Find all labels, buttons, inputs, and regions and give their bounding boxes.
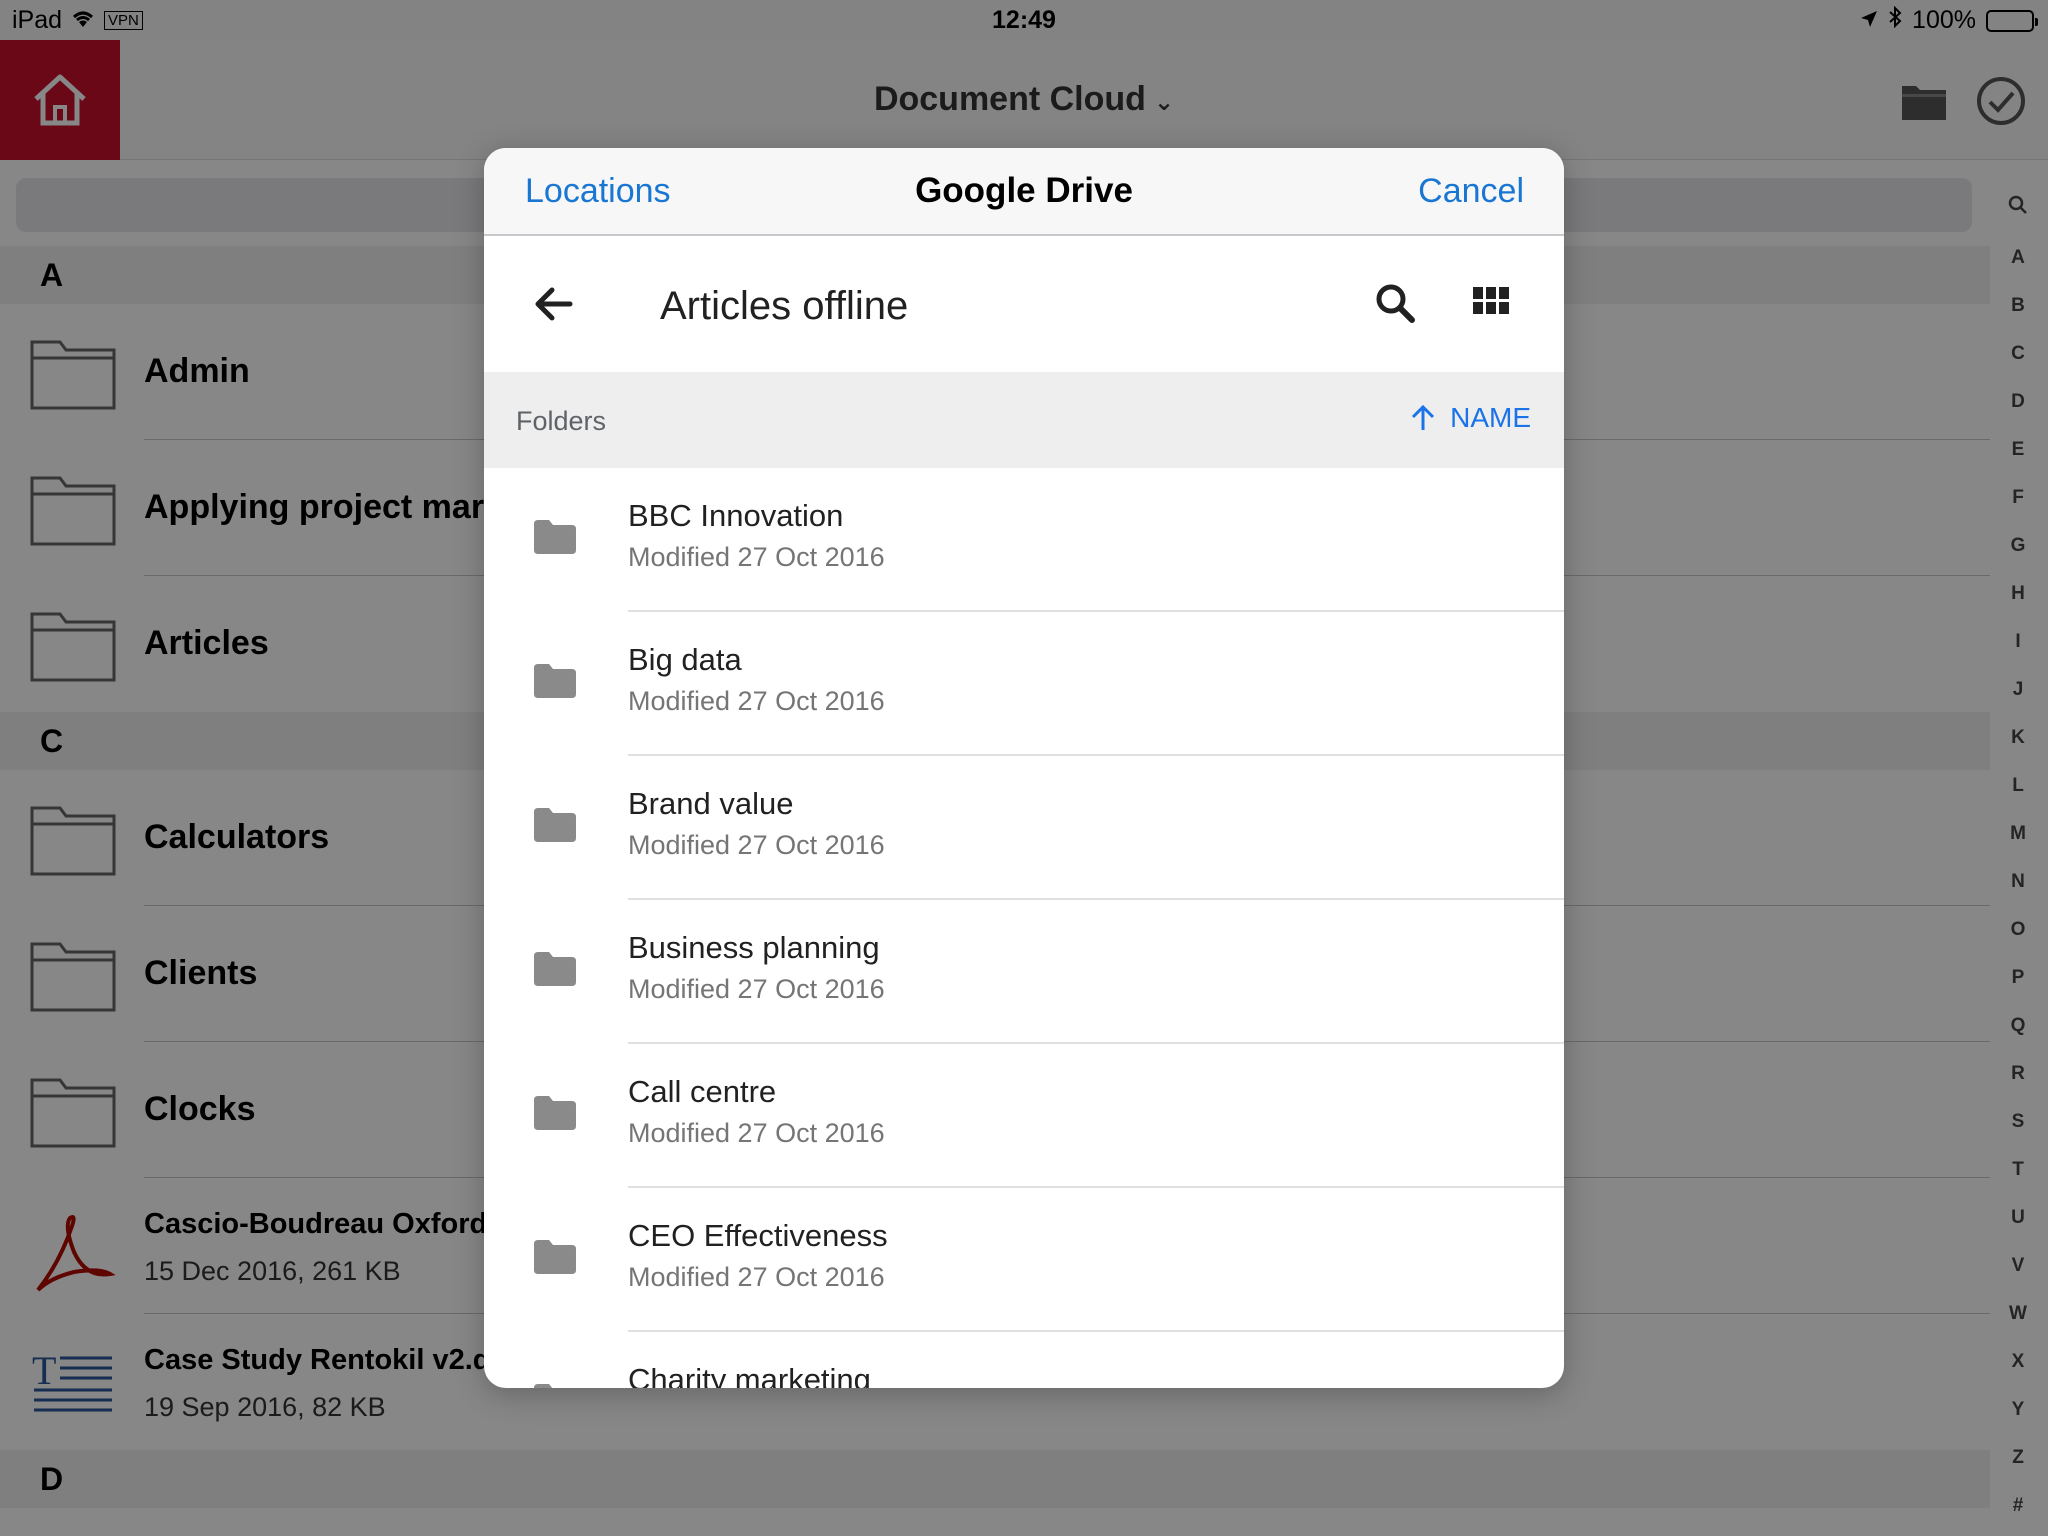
sort-by-name-button[interactable]: NAME xyxy=(1410,402,1531,434)
folder-row[interactable]: Business planning Modified 27 Oct 2016 xyxy=(484,900,1564,1044)
folder-icon xyxy=(534,952,576,991)
folder-row[interactable]: Call centre Modified 27 Oct 2016 xyxy=(484,1044,1564,1188)
folder-name: Brand value xyxy=(628,786,794,821)
folder-name: Business planning xyxy=(628,930,880,965)
section-label: Folders xyxy=(516,406,607,436)
search-icon xyxy=(1376,284,1415,323)
grid-view-icon xyxy=(1473,287,1509,314)
folder-modified: Modified 27 Oct 2016 xyxy=(628,542,885,572)
sort-bar: Folders NAME xyxy=(484,372,1564,468)
cancel-button[interactable]: Cancel xyxy=(1418,172,1524,211)
sort-label: NAME xyxy=(1450,402,1531,433)
folder-row[interactable]: Big data Modified 27 Oct 2016 xyxy=(484,612,1564,756)
folder-row[interactable]: BBC Innovation Modified 27 Oct 2016 xyxy=(484,468,1564,612)
folder-icon xyxy=(534,1096,576,1135)
folder-name: BBC Innovation xyxy=(628,498,844,533)
folder-name: Charity marketing xyxy=(628,1362,871,1388)
arrow-up-icon xyxy=(1412,404,1435,430)
folder-modified: Modified 27 Oct 2016 xyxy=(628,974,885,1004)
folder-icon xyxy=(534,1384,576,1388)
folder-modified: Modified 27 Oct 2016 xyxy=(628,1262,885,1292)
folder-icon xyxy=(534,664,576,703)
folder-name: Call centre xyxy=(628,1074,777,1109)
search-button[interactable] xyxy=(1374,282,1416,329)
modal-title: Google Drive xyxy=(915,171,1133,210)
google-drive-picker-modal: Locations Google Drive Cancel Articles o… xyxy=(484,148,1564,1388)
folder-icon xyxy=(534,1240,576,1279)
folder-row[interactable]: CEO Effectiveness Modified 27 Oct 2016 xyxy=(484,1188,1564,1332)
folder-icon xyxy=(534,520,576,559)
folder-icon xyxy=(534,808,576,847)
folder-name: Big data xyxy=(628,642,742,677)
folder-name: CEO Effectiveness xyxy=(628,1218,888,1253)
current-folder-name: Articles offline xyxy=(660,284,909,328)
modal-nav-bar: Locations Google Drive Cancel xyxy=(484,148,1564,236)
arrow-left-icon xyxy=(535,287,573,321)
folder-modified: Modified 27 Oct 2016 xyxy=(628,830,885,860)
back-button[interactable] xyxy=(534,286,574,327)
folder-modified: Modified 27 Oct 2016 xyxy=(628,686,885,716)
folder-modified: Modified 27 Oct 2016 xyxy=(628,1118,885,1148)
folder-row[interactable]: Brand value Modified 27 Oct 2016 xyxy=(484,756,1564,900)
folder-list: BBC Innovation Modified 27 Oct 2016 Big … xyxy=(484,468,1564,1388)
grid-view-button[interactable] xyxy=(1472,284,1510,323)
drive-toolbar: Articles offline xyxy=(484,242,1564,372)
folder-row[interactable]: Charity marketing xyxy=(484,1332,1564,1388)
